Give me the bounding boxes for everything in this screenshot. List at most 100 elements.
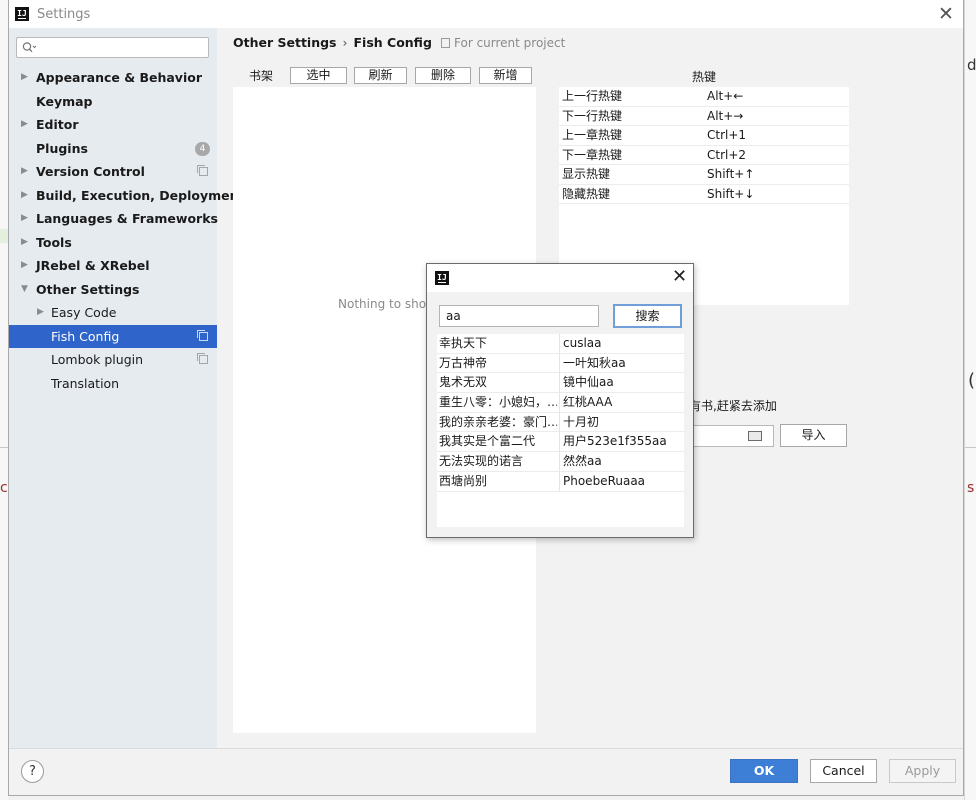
import-path-field[interactable] <box>689 425 774 447</box>
project-scope-icon <box>441 38 450 48</box>
column-divider <box>559 471 560 491</box>
sidebar-item-label: Languages & Frameworks <box>36 211 218 226</box>
popup-title-bar: IJ ✕ <box>427 264 693 292</box>
table-row[interactable]: 无法实现的诺言 然然aa <box>437 452 684 472</box>
book-title: 无法实现的诺言 <box>439 454 524 469</box>
book-search-input[interactable] <box>439 305 599 327</box>
chevron-right-icon[interactable]: ▶ <box>21 254 28 278</box>
table-row[interactable]: 西塘尚别 PhoebeRuaaa <box>437 471 684 492</box>
import-button[interactable]: 导入 <box>780 424 847 447</box>
chevron-right-icon[interactable]: ▶ <box>21 231 28 255</box>
close-icon[interactable]: ✕ <box>938 5 954 24</box>
table-row[interactable]: 显示热键 Shift+↑ <box>559 165 849 185</box>
background-divider-right <box>965 447 976 448</box>
sidebar-item-keymap[interactable]: Keymap <box>9 90 217 114</box>
hotkey-action: 下一章热键 <box>562 147 623 162</box>
chevron-right-icon[interactable]: ▶ <box>37 301 44 325</box>
hotkey-action: 上一行热键 <box>562 89 623 103</box>
sidebar-item-tools[interactable]: ▶ Tools <box>9 231 217 255</box>
sidebar-item-translation[interactable]: Translation <box>9 372 217 396</box>
sidebar-item-build-execution-deployment[interactable]: ▶ Build, Execution, Deployment <box>9 184 244 208</box>
select-button[interactable]: 选中 <box>290 67 347 84</box>
hotkey-action: 隐藏热键 <box>562 186 611 201</box>
import-hint-text: 有书,赶紧去添加 <box>689 399 777 413</box>
sidebar-item-label: Keymap <box>36 93 93 109</box>
book-author: PhoebeRuaaa <box>563 473 646 488</box>
chevron-right-icon[interactable]: ▶ <box>21 160 28 184</box>
help-button[interactable]: ? <box>21 760 44 783</box>
table-row[interactable]: 幸执天下 cuslaa <box>437 334 684 354</box>
sidebar-item-easy-code[interactable]: ▶ Easy Code <box>9 301 217 325</box>
search-results-table: 幸执天下 cuslaa 万古神帝 一叶知秋aa 鬼术无双 镜中仙aa 重生八零：小媳妇… <box>437 334 684 527</box>
scope-indicator: For current project <box>441 36 565 50</box>
chevron-right-icon[interactable]: ▶ <box>21 66 28 90</box>
hotkey-key: Alt+→ <box>707 108 744 123</box>
breadcrumb-current: Fish Config <box>353 35 432 50</box>
background-code-fragment-right-top: d <box>967 56 976 74</box>
chevron-down-icon[interactable]: ▼ <box>21 278 28 302</box>
cancel-button[interactable]: Cancel <box>810 759 877 783</box>
table-row[interactable]: 我其实是个富二代 用户523e1f355aa <box>437 432 684 453</box>
sidebar-item-plugins[interactable]: Plugins 4 <box>9 137 217 161</box>
hotkey-action: 上一章热键 <box>562 128 623 142</box>
settings-tree: ▶ Appearance & Behavior Keymap ▶ Editor … <box>9 66 244 396</box>
chevron-right-icon[interactable]: ▶ <box>21 113 28 137</box>
table-row[interactable]: 隐藏热键 Shift+↓ <box>559 185 849 204</box>
column-divider <box>559 373 560 393</box>
empty-list-text: Nothing to show <box>338 297 436 311</box>
table-row[interactable]: 万古神帝 一叶知秋aa <box>437 353 684 374</box>
sidebar-item-label: Lombok plugin <box>51 352 144 367</box>
sidebar-item-appearance-behavior[interactable]: ▶ Appearance & Behavior <box>9 66 217 90</box>
column-divider <box>559 393 560 413</box>
book-title: 鬼术无双 <box>439 375 488 390</box>
close-icon[interactable]: ✕ <box>672 268 687 286</box>
sidebar-item-editor[interactable]: ▶ Editor <box>9 113 217 137</box>
hotkeys-header: 热键 <box>692 70 717 84</box>
table-row[interactable]: 我的亲亲老婆：豪门… 十月初 <box>437 412 684 433</box>
settings-search-field[interactable] <box>16 37 209 58</box>
sidebar-item-jrebel-xrebel[interactable]: ▶ JRebel & XRebel <box>9 254 217 278</box>
add-button[interactable]: 新增 <box>479 67 532 84</box>
table-row[interactable]: 下一章热键 Ctrl+2 <box>559 146 849 165</box>
delete-button[interactable]: 删除 <box>415 67 471 84</box>
scope-label: For current project <box>454 36 566 50</box>
table-row[interactable]: 鬼术无双 镜中仙aa <box>437 373 684 394</box>
folder-icon[interactable] <box>748 431 762 441</box>
chevron-right-icon[interactable]: ▶ <box>21 207 28 231</box>
refresh-button[interactable]: 刷新 <box>354 67 407 84</box>
sidebar-item-label: Version Control <box>36 164 145 179</box>
ok-button[interactable]: OK <box>730 759 798 783</box>
sidebar-item-label: Other Settings <box>36 281 140 297</box>
book-author: 十月初 <box>563 414 600 429</box>
table-row[interactable]: 上一行热键 Alt+← <box>559 87 849 107</box>
table-row[interactable]: 重生八零：小媳妇，… 红桃AAA <box>437 393 684 413</box>
chevron-right-icon[interactable]: ▶ <box>21 184 28 208</box>
footer-divider <box>9 748 963 749</box>
apply-button[interactable]: Apply <box>889 759 956 783</box>
column-divider <box>559 412 560 432</box>
sidebar-item-other-settings[interactable]: ▼ Other Settings <box>9 278 217 302</box>
table-row[interactable]: 上一章热键 Ctrl+1 <box>559 126 849 146</box>
breadcrumb-parent[interactable]: Other Settings <box>233 35 337 50</box>
search-button[interactable]: 搜索 <box>613 304 682 328</box>
background-divider <box>0 447 8 448</box>
hotkey-key: Shift+↑ <box>707 167 755 181</box>
book-title: 我其实是个富二代 <box>439 434 536 449</box>
book-author: cuslaa <box>563 336 602 350</box>
plugins-update-badge: 4 <box>195 141 210 156</box>
hotkey-key: Alt+← <box>707 89 744 103</box>
sidebar-item-languages-frameworks[interactable]: ▶ Languages & Frameworks <box>9 207 218 231</box>
sidebar-item-lombok-plugin[interactable]: Lombok plugin <box>9 348 217 372</box>
sidebar-item-label: Easy Code <box>51 305 117 320</box>
sidebar-item-fish-config[interactable]: Fish Config <box>9 324 217 348</box>
column-divider <box>559 353 560 373</box>
table-row[interactable]: 下一行热键 Alt+→ <box>559 107 849 126</box>
book-author: 然然aa <box>563 454 602 469</box>
settings-search-input[interactable] <box>39 39 204 56</box>
background-editor-left <box>0 0 8 800</box>
book-author: 镜中仙aa <box>563 375 614 390</box>
sidebar-item-version-control[interactable]: ▶ Version Control <box>9 160 217 184</box>
search-icon <box>22 42 37 53</box>
breadcrumb-separator-icon: › <box>342 35 348 50</box>
book-author: 红桃AAA <box>563 395 613 410</box>
